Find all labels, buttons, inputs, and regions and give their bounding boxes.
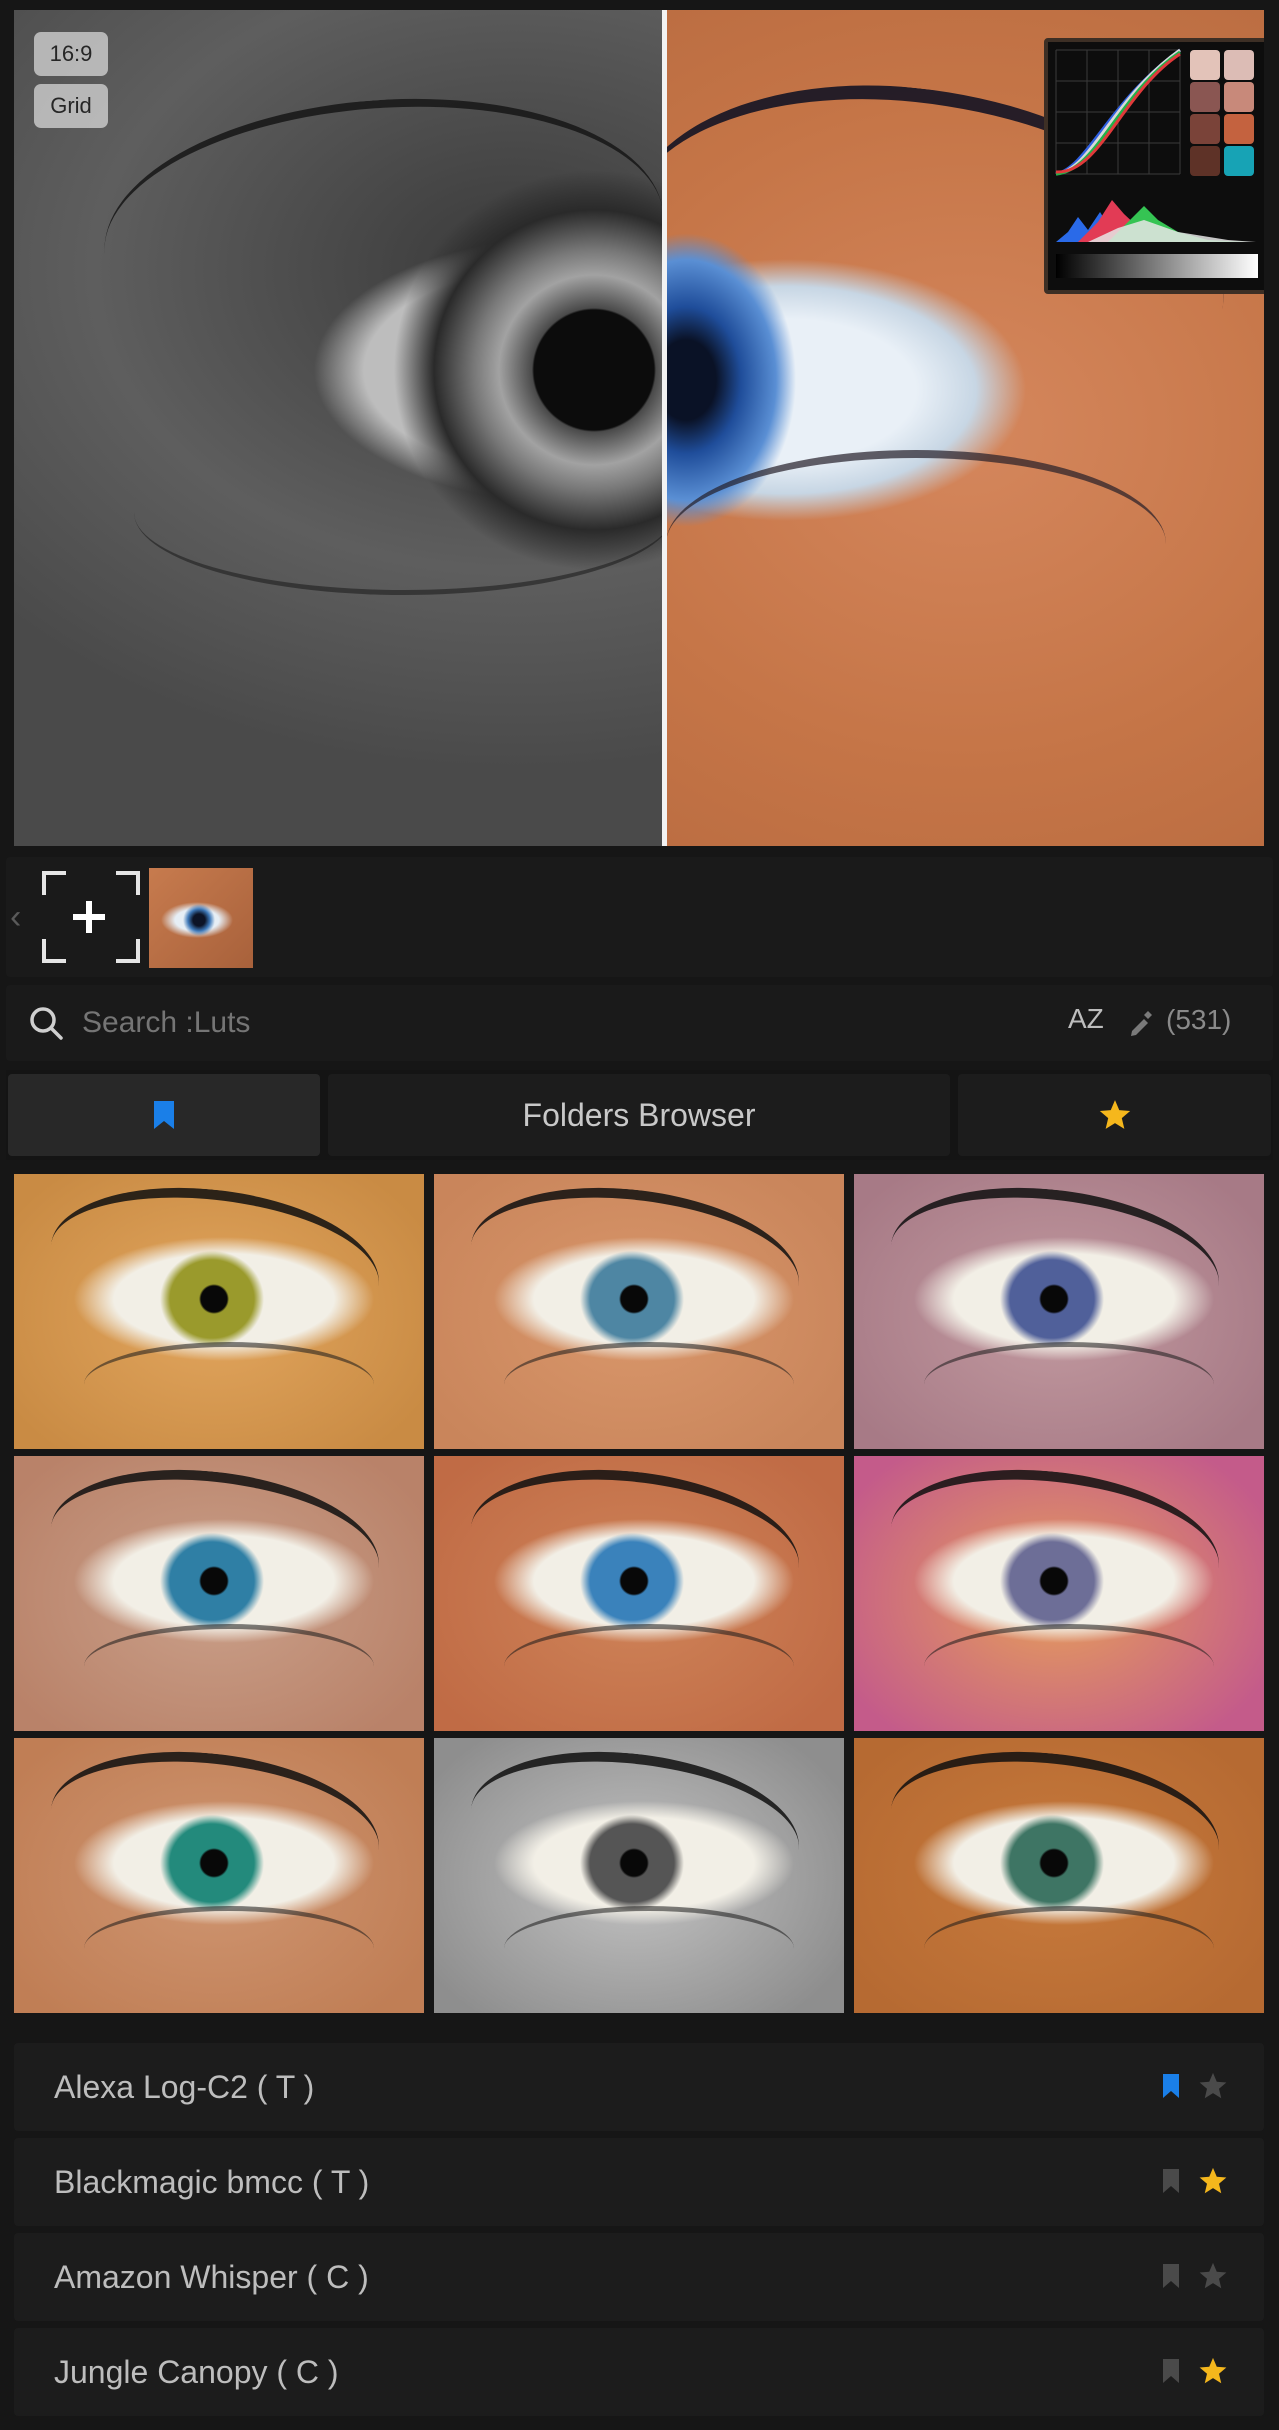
- upper-lashes: [44, 1739, 386, 1919]
- star-icon[interactable]: [1198, 2261, 1228, 2291]
- color-swatch: [1224, 146, 1254, 176]
- tab-favorites[interactable]: [958, 1074, 1271, 1156]
- lower-lashes: [84, 1342, 374, 1427]
- lower-lashes: [504, 1906, 794, 1991]
- lut-thumbnail[interactable]: [854, 1456, 1264, 1731]
- lut-thumbnail[interactable]: [14, 1456, 424, 1731]
- lower-lashes: [924, 1906, 1214, 1991]
- color-swatch: [1224, 114, 1254, 144]
- aspect-ratio-button[interactable]: 16:9: [34, 32, 108, 76]
- grid-toggle-button[interactable]: Grid: [34, 84, 108, 128]
- after-lower-lashes: [666, 450, 1166, 638]
- lut-count: (531): [1166, 1004, 1232, 1035]
- star-icon[interactable]: [1198, 2071, 1228, 2101]
- lower-lashes: [924, 1624, 1214, 1709]
- tab-folders-browser[interactable]: Folders Browser: [328, 1074, 950, 1156]
- lut-thumbnail[interactable]: [434, 1456, 844, 1731]
- lut-thumbnail[interactable]: [854, 1738, 1264, 2013]
- tab-bookmarks[interactable]: [8, 1074, 320, 1156]
- plus-icon: [73, 901, 105, 933]
- lut-name: Amazon Whisper ( C ): [54, 2259, 369, 2295]
- snapshot-thumbnail[interactable]: [149, 868, 253, 968]
- before-lower-lashes: [134, 430, 666, 595]
- search-input[interactable]: [82, 1003, 682, 1043]
- eyedropper-icon[interactable]: [1126, 1007, 1156, 1037]
- browser-tabs: Folders Browser: [6, 1070, 1273, 1160]
- lut-name: Blackmagic bmcc ( T ): [54, 2164, 370, 2200]
- add-frame-button[interactable]: [36, 867, 146, 967]
- star-icon: [1099, 1100, 1130, 1129]
- upper-lashes: [44, 1175, 386, 1355]
- search-icon: [30, 1007, 63, 1040]
- lower-lashes: [84, 1624, 374, 1709]
- upper-lashes: [44, 1457, 386, 1637]
- lower-lashes: [924, 1342, 1214, 1427]
- star-icon[interactable]: [1198, 2356, 1228, 2386]
- upper-lashes: [464, 1739, 806, 1919]
- lut-thumbnail[interactable]: [854, 1174, 1264, 1449]
- star-icon[interactable]: [1198, 2166, 1228, 2196]
- upper-lashes: [464, 1175, 806, 1355]
- color-swatch: [1190, 82, 1220, 112]
- color-swatch: [1190, 114, 1220, 144]
- upper-lashes: [884, 1175, 1226, 1355]
- bookmark-icon[interactable]: [1162, 2168, 1180, 2194]
- sort-az-button[interactable]: AZ: [1068, 1003, 1104, 1035]
- color-swatch: [1224, 50, 1254, 80]
- bookmark-icon: [154, 1101, 174, 1129]
- color-swatch: [1224, 82, 1254, 112]
- lut-list-item[interactable]: Blackmagic bmcc ( T ): [14, 2138, 1264, 2226]
- lut-thumbnail[interactable]: [434, 1738, 844, 2013]
- lut-thumbnail[interactable]: [14, 1738, 424, 2013]
- search-bar: AZ (531): [6, 985, 1273, 1061]
- color-swatch: [1190, 146, 1220, 176]
- upper-lashes: [884, 1739, 1226, 1919]
- lower-lashes: [504, 1624, 794, 1709]
- scopes-panel[interactable]: [1044, 38, 1264, 294]
- bookmark-icon[interactable]: [1162, 2358, 1180, 2384]
- lut-name: Alexa Log-C2 ( T ): [54, 2069, 315, 2105]
- lut-thumbnail[interactable]: [434, 1174, 844, 1449]
- thumbnail-strip: ‹: [6, 857, 1273, 977]
- upper-lashes: [884, 1457, 1226, 1637]
- split-divider-handle[interactable]: [662, 10, 667, 846]
- lut-list-item[interactable]: Jungle Canopy ( C ): [14, 2328, 1264, 2416]
- lut-name: Jungle Canopy ( C ): [54, 2354, 339, 2390]
- before-upper-lashes: [95, 80, 666, 388]
- lower-lashes: [504, 1342, 794, 1427]
- before-after-preview[interactable]: 16:9 Grid: [14, 10, 1264, 846]
- bookmark-icon[interactable]: [1162, 2073, 1180, 2099]
- lut-preview-grid: [14, 1174, 1264, 2016]
- upper-lashes: [464, 1457, 806, 1637]
- bookmark-icon[interactable]: [1162, 2263, 1180, 2289]
- lower-lashes: [84, 1906, 374, 1991]
- lut-list-item[interactable]: Amazon Whisper ( C ): [14, 2233, 1264, 2321]
- color-swatch: [1190, 50, 1220, 80]
- lut-thumbnail[interactable]: [14, 1174, 424, 1449]
- lut-list-item[interactable]: Alexa Log-C2 ( T ): [14, 2043, 1264, 2131]
- before-image: [14, 10, 666, 846]
